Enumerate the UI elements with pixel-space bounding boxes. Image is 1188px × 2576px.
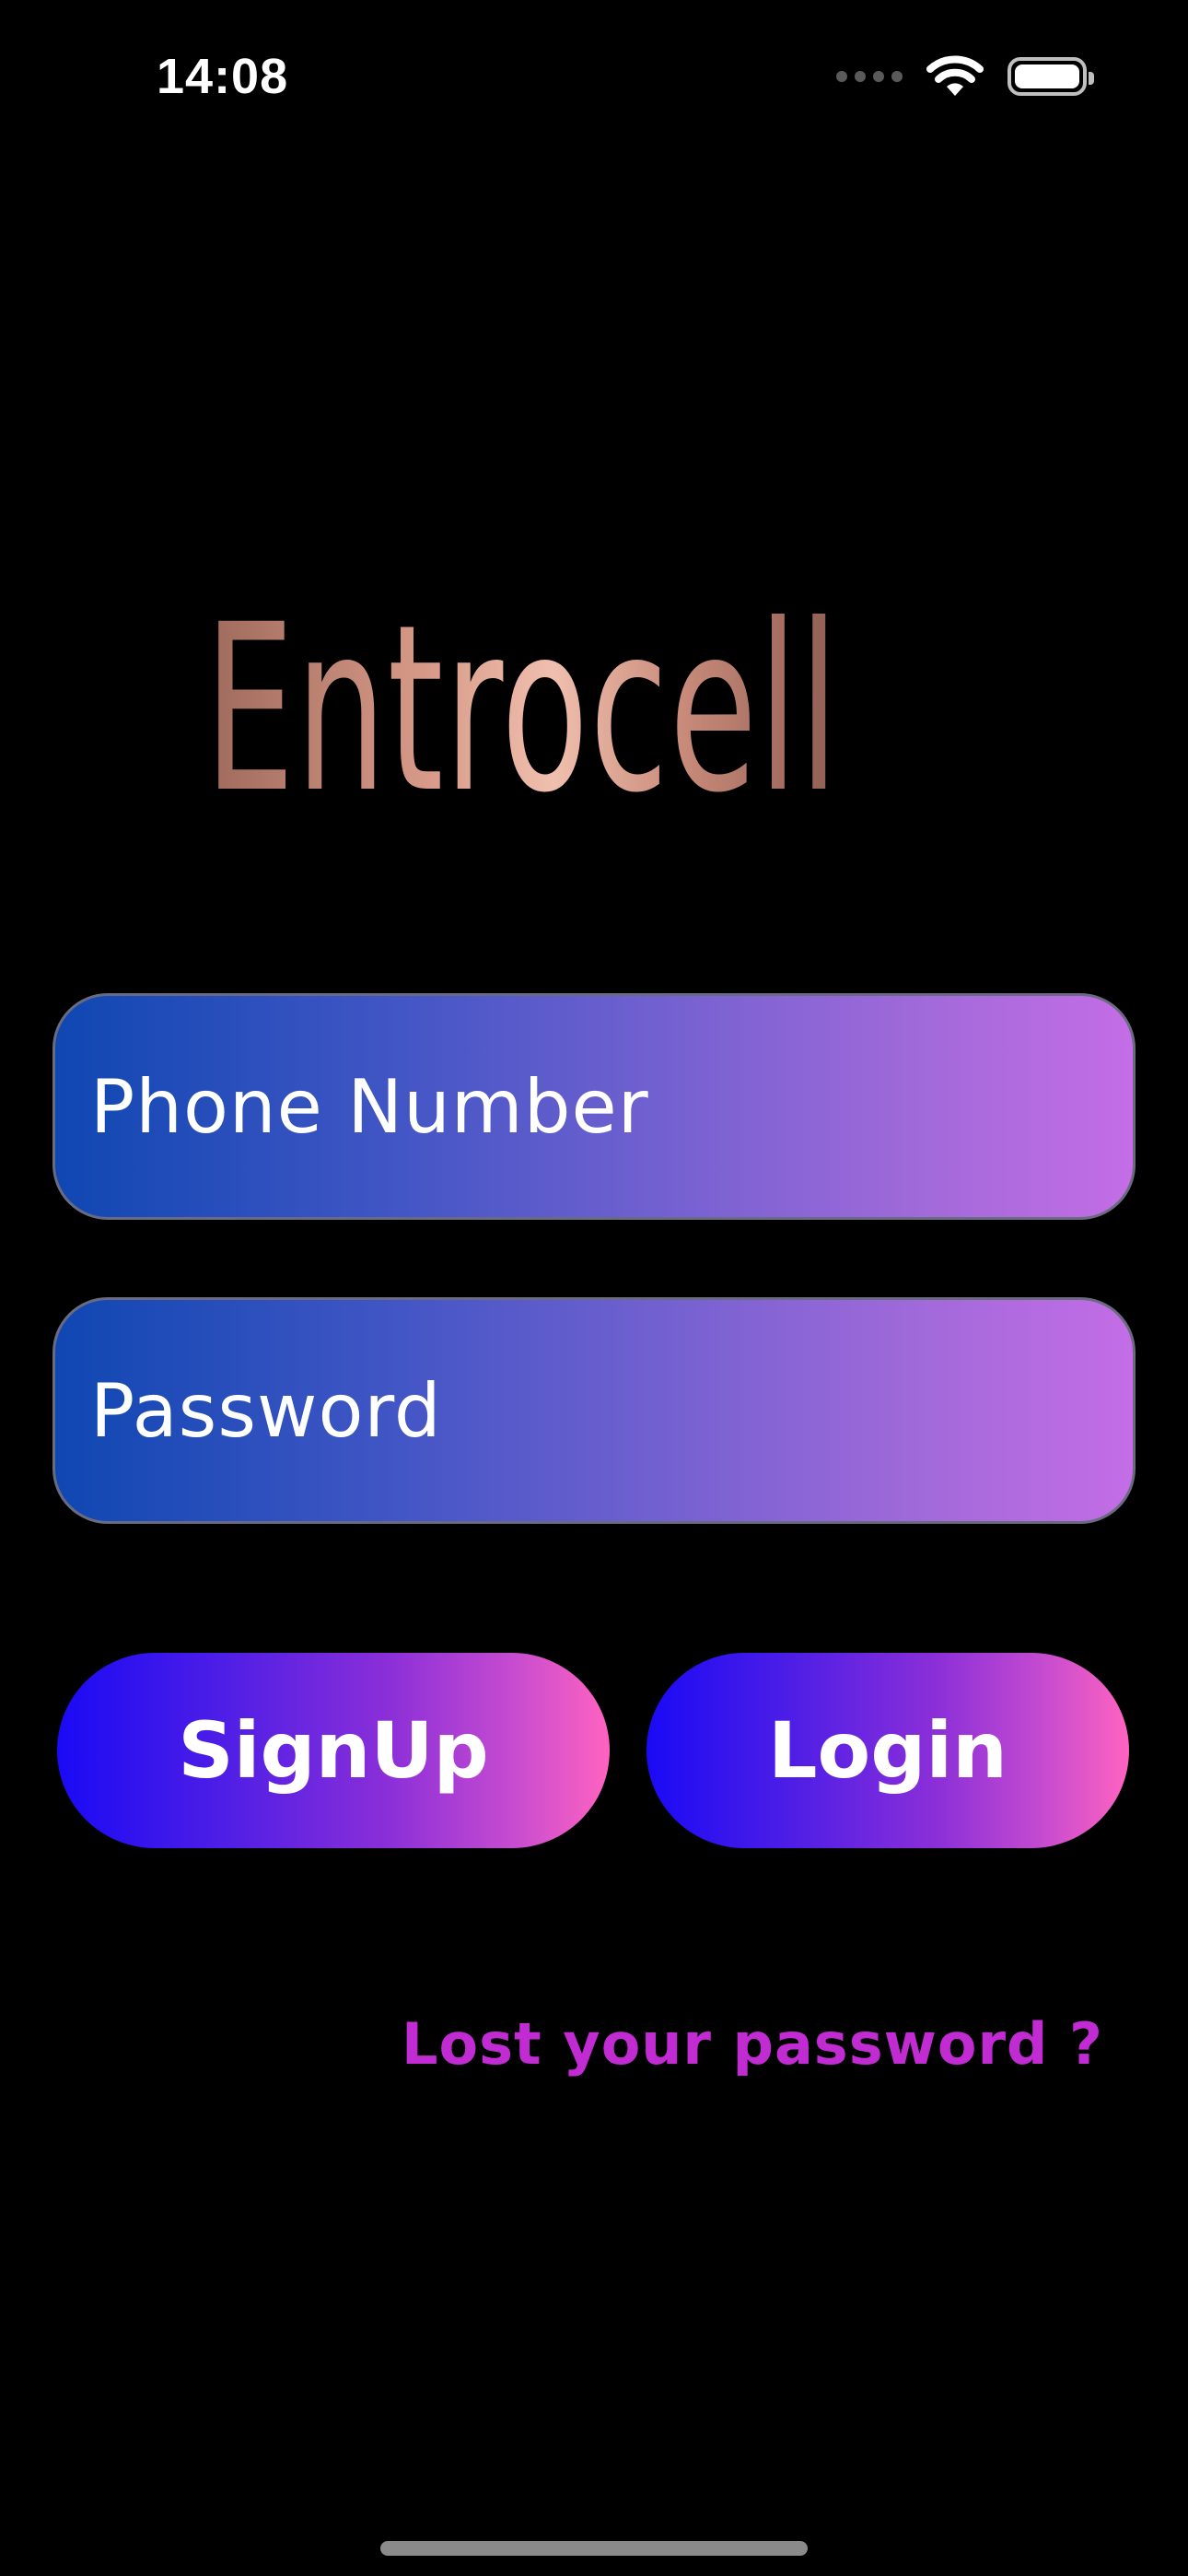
- phone-number-input[interactable]: [88, 1062, 1133, 1151]
- brand-logo: Entrocell: [168, 553, 1015, 866]
- brand-name: Entrocell: [204, 575, 840, 843]
- phone-number-field[interactable]: [52, 993, 1136, 1220]
- password-field[interactable]: [52, 1297, 1136, 1524]
- home-indicator[interactable]: [380, 2541, 808, 2556]
- login-screen: 14:08 Entrocell Phone Number SignUp Logi…: [0, 0, 1188, 2576]
- lost-password-link[interactable]: Lost your password ?: [402, 2010, 1103, 2078]
- status-time: 14:08: [157, 49, 289, 104]
- wifi-icon: [926, 55, 984, 96]
- password-input[interactable]: [88, 1366, 1133, 1455]
- status-icons: [836, 55, 1094, 98]
- battery-icon: [1007, 57, 1094, 96]
- signup-button[interactable]: SignUp: [57, 1653, 610, 1848]
- login-button[interactable]: Login: [646, 1653, 1129, 1848]
- signal-dots-icon: [836, 71, 903, 82]
